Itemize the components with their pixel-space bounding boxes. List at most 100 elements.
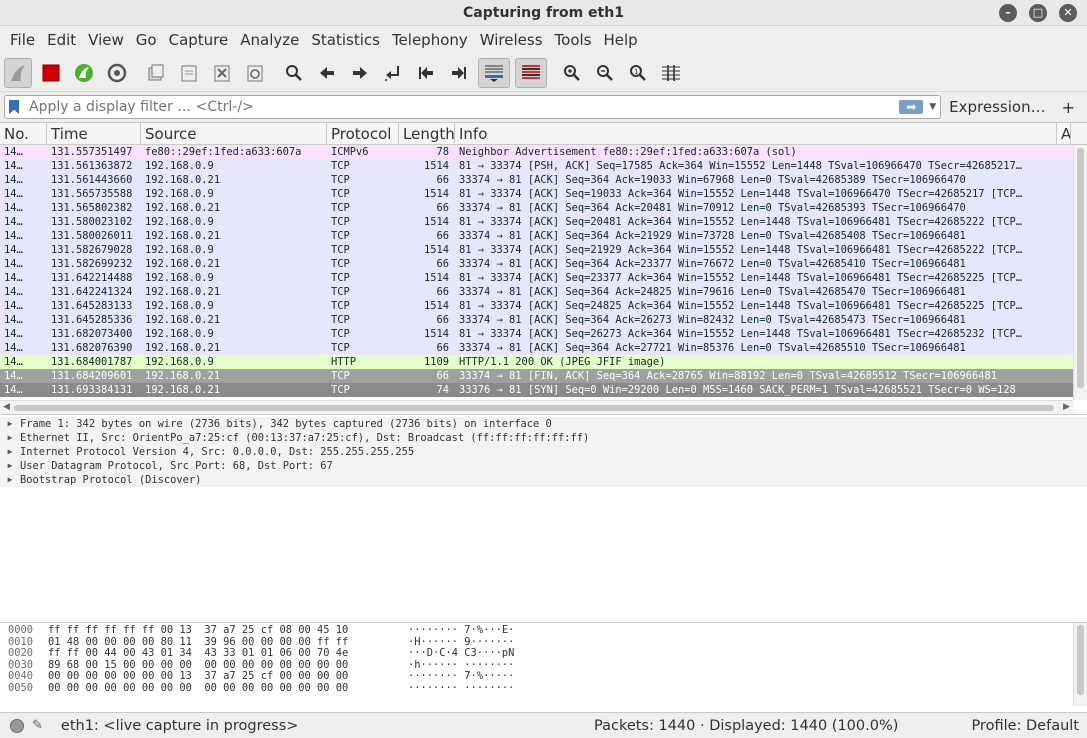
packet-row[interactable]: 14… 131.682076390 192.168.0.21 TCP 66 33374 →…: [0, 341, 1087, 355]
close-file-icon[interactable]: [208, 58, 236, 88]
packet-row[interactable]: 14… 131.684209601 192.168.0.21 TCP 66 33374 →…: [0, 369, 1087, 383]
column-time[interactable]: Time: [47, 123, 141, 144]
minimize-icon[interactable]: –: [999, 4, 1017, 22]
bytes-offset[interactable]: 0020: [0, 647, 48, 660]
packet-row[interactable]: 14… 131.582679028 192.168.0.9 TCP 1514 81 → 3…: [0, 243, 1087, 257]
window-title: Capturing from eth1: [463, 5, 624, 21]
packet-row[interactable]: 14… 131.557351497 fe80::29ef:1fed:a633:607…: [0, 145, 1087, 159]
packet-cell-proto: TCP: [331, 370, 350, 382]
detail-tree-item[interactable]: ▶ Bootstrap Protocol (Discover): [0, 473, 1087, 487]
menu-statistics[interactable]: Statistics: [305, 31, 386, 49]
menu-analyze[interactable]: Analyze: [234, 31, 305, 49]
zoom-out-icon[interactable]: [591, 58, 619, 88]
bytes-offset[interactable]: 0040: [0, 670, 48, 683]
scroll-left-icon[interactable]: ◀: [3, 402, 10, 412]
packet-row[interactable]: 14… 131.682073400 192.168.0.9 TCP 1514 81 → 3…: [0, 327, 1087, 341]
go-to-packet-icon[interactable]: [379, 58, 407, 88]
go-last-icon[interactable]: [445, 58, 473, 88]
bytes-hex[interactable]: 00 00 00 00 00 00 00 00 00 00 00 00 00 0…: [48, 682, 408, 695]
detail-tree-item[interactable]: ▶ Ethernet II, Src: OrientPo_a7:25:cf (00…: [0, 431, 1087, 445]
packet-row[interactable]: 14… 131.645285336 192.168.0.21 TCP 66 33374 →…: [0, 313, 1087, 327]
expert-info-icon[interactable]: [10, 718, 24, 733]
column-length[interactable]: Length: [399, 123, 455, 144]
menu-tools[interactable]: Tools: [549, 31, 598, 49]
edit-comment-icon[interactable]: ✎: [32, 718, 43, 733]
display-filter-input[interactable]: [27, 98, 900, 116]
menu-bar: File Edit View Go Capture Analyze Statis…: [0, 26, 1087, 54]
expression-button[interactable]: Expression…: [941, 98, 1053, 116]
stop-capture-icon[interactable]: [37, 58, 65, 88]
bookmark-icon[interactable]: [9, 100, 19, 114]
scroll-right-icon[interactable]: ▶: [1063, 402, 1070, 412]
expand-triangle-icon[interactable]: ▶: [0, 459, 20, 473]
add-filter-button[interactable]: +: [1054, 98, 1083, 117]
bytes-offset[interactable]: 0050: [0, 682, 48, 695]
menu-capture[interactable]: Capture: [163, 31, 235, 49]
packet-list-vertical-scrollbar[interactable]: [1073, 146, 1087, 400]
reload-file-icon[interactable]: [241, 58, 269, 88]
resize-columns-icon[interactable]: [657, 58, 685, 88]
colorize-icon[interactable]: [515, 57, 547, 88]
open-file-icon[interactable]: [142, 58, 170, 88]
find-packet-icon[interactable]: [280, 58, 308, 88]
packet-row[interactable]: 14… 131.642241324 192.168.0.21 TCP 66 33374 →…: [0, 285, 1087, 299]
restart-capture-icon[interactable]: [70, 58, 98, 88]
column-source[interactable]: Source: [141, 123, 327, 144]
packet-row[interactable]: 14… 131.580023102 192.168.0.9 TCP 1514 81 → 3…: [0, 215, 1087, 229]
packet-row[interactable]: 14… 131.582699232 192.168.0.21 TCP 66 33374 →…: [0, 257, 1087, 271]
expand-triangle-icon[interactable]: ▶: [0, 473, 20, 487]
menu-telephony[interactable]: Telephony: [386, 31, 474, 49]
menu-wireless[interactable]: Wireless: [474, 31, 549, 49]
menu-view[interactable]: View: [82, 31, 130, 49]
bytes-offset[interactable]: 0000: [0, 624, 48, 637]
bytes-hex[interactable]: ff ff 00 44 00 43 01 34 43 33 01 01 06 0…: [48, 647, 408, 660]
packet-cell-info: 33374 → 81 [ACK] Seq=364 Ack=20481 Win=7…: [459, 202, 966, 214]
bytes-hex[interactable]: 00 00 00 00 00 00 00 13 37 a7 25 cf 00 0…: [48, 670, 408, 683]
detail-tree-item[interactable]: ▶ Frame 1: 342 bytes on wire (2736 bits),…: [0, 417, 1087, 431]
close-icon[interactable]: ✕: [1059, 4, 1077, 22]
column-protocol[interactable]: Protocol: [327, 123, 399, 144]
menu-go[interactable]: Go: [130, 31, 163, 49]
maximize-icon[interactable]: □: [1029, 4, 1047, 22]
expand-triangle-icon[interactable]: ▶: [0, 417, 20, 431]
packet-row[interactable]: 14… 131.561363872 192.168.0.9 TCP 1514 81 → 3…: [0, 159, 1087, 173]
detail-tree-item[interactable]: ▶ User Datagram Protocol, Src Port: 68, D…: [0, 459, 1087, 473]
go-first-icon[interactable]: [412, 58, 440, 88]
detail-tree-item[interactable]: ▶ Internet Protocol Version 4, Src: 0.0.0…: [0, 445, 1087, 459]
shark-fin-start-icon[interactable]: [4, 57, 32, 88]
menu-edit[interactable]: Edit: [41, 31, 82, 49]
bytes-ascii[interactable]: ········ 7·%···E·: [408, 624, 608, 637]
packet-row[interactable]: 14… 131.684001787 192.168.0.9 HTTP 1109 HTTP/…: [0, 355, 1087, 369]
bytes-hex[interactable]: ff ff ff ff ff ff 00 13 37 a7 25 cf 08 0…: [48, 624, 408, 637]
packet-cell-no: 14…: [4, 216, 23, 228]
packet-row[interactable]: 14… 131.642214488 192.168.0.9 TCP 1514 81 → 3…: [0, 271, 1087, 285]
packet-row[interactable]: 14… 131.565735588 192.168.0.9 TCP 1514 81 → 3…: [0, 187, 1087, 201]
packet-list-horizontal-scrollbar[interactable]: ◀ ▶: [0, 400, 1073, 414]
profile-label[interactable]: Profile: Default: [971, 718, 1079, 734]
packet-row[interactable]: 14… 131.561443660 192.168.0.21 TCP 66 33374 →…: [0, 173, 1087, 187]
packet-row[interactable]: 14… 131.693384131 192.168.0.21 TCP 74 33376 →…: [0, 383, 1087, 397]
packet-row[interactable]: 14… 131.580026011 192.168.0.21 TCP 66 33374 →…: [0, 229, 1087, 243]
save-file-icon[interactable]: [175, 58, 203, 88]
auto-scroll-icon[interactable]: [478, 57, 510, 88]
menu-help[interactable]: Help: [597, 31, 643, 49]
go-back-icon[interactable]: [313, 58, 341, 88]
bytes-ascii[interactable]: ········ 7·%·····: [408, 670, 608, 683]
bytes-ascii[interactable]: ···D·C·4 C3····pN: [408, 647, 608, 660]
menu-file[interactable]: File: [4, 31, 41, 49]
expand-triangle-icon[interactable]: ▶: [0, 445, 20, 459]
column-extra[interactable]: A: [1057, 123, 1071, 144]
capture-options-icon[interactable]: [103, 58, 131, 88]
column-info[interactable]: Info: [455, 123, 1057, 144]
apply-filter-arrow-icon[interactable]: ➡: [899, 100, 924, 114]
packet-row[interactable]: 14… 131.565802382 192.168.0.21 TCP 66 33374 →…: [0, 201, 1087, 215]
bytes-vertical-scrollbar[interactable]: [1073, 623, 1087, 706]
zoom-normal-icon[interactable]: 1: [624, 58, 652, 88]
zoom-in-icon[interactable]: [558, 58, 586, 88]
packet-row[interactable]: 14… 131.645283133 192.168.0.9 TCP 1514 81 → 3…: [0, 299, 1087, 313]
expand-triangle-icon[interactable]: ▶: [0, 431, 20, 445]
chevron-down-icon[interactable]: ▼: [929, 102, 936, 112]
column-no[interactable]: No.: [0, 123, 47, 144]
go-forward-icon[interactable]: [346, 58, 374, 88]
bytes-ascii[interactable]: ········ ········: [408, 682, 608, 695]
